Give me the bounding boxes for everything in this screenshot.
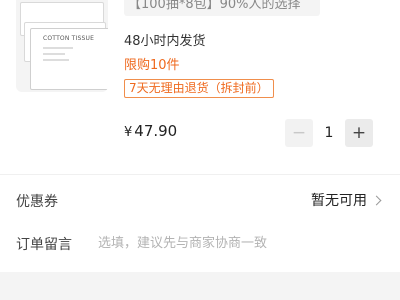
quantity-value[interactable]: 1 xyxy=(313,125,345,141)
pack-brand-text: COTTON TISSUE xyxy=(43,35,95,42)
order-remark-input[interactable] xyxy=(98,232,388,254)
minus-icon: − xyxy=(291,123,307,143)
chevron-right-icon xyxy=(371,195,382,205)
decrease-quantity-button[interactable]: − xyxy=(285,119,313,147)
section-divider xyxy=(0,174,400,175)
quantity-stepper: − 1 + xyxy=(285,119,373,147)
plus-icon: + xyxy=(351,123,367,143)
coupon-selector[interactable]: 暂无可用 xyxy=(311,190,382,210)
order-remark-label: 订单留言 xyxy=(16,237,72,253)
product-image[interactable]: COTTON TISSUE xyxy=(16,0,108,92)
tissue-pack-front: COTTON TISSUE xyxy=(30,28,108,90)
purchase-limit: 限购10件 xyxy=(124,58,180,73)
coupon-label: 优惠券 xyxy=(16,194,58,210)
currency-symbol: ¥ xyxy=(124,125,133,140)
increase-quantity-button[interactable]: + xyxy=(345,119,373,147)
bottom-section-background xyxy=(0,272,400,300)
shipping-info: 48小时内发货 xyxy=(124,34,206,49)
coupon-value: 暂无可用 xyxy=(311,193,367,209)
product-promo-text: 【100抽*8包】90%人的选择 xyxy=(124,0,320,16)
pack-detail-line xyxy=(43,59,69,61)
return-policy-badge: 7天无理由退货（拆封前） xyxy=(124,79,274,98)
product-price: ¥47.90 xyxy=(124,122,177,140)
pack-detail-line xyxy=(43,53,65,55)
pack-detail-line xyxy=(43,47,73,49)
price-value: 47.90 xyxy=(134,122,178,140)
